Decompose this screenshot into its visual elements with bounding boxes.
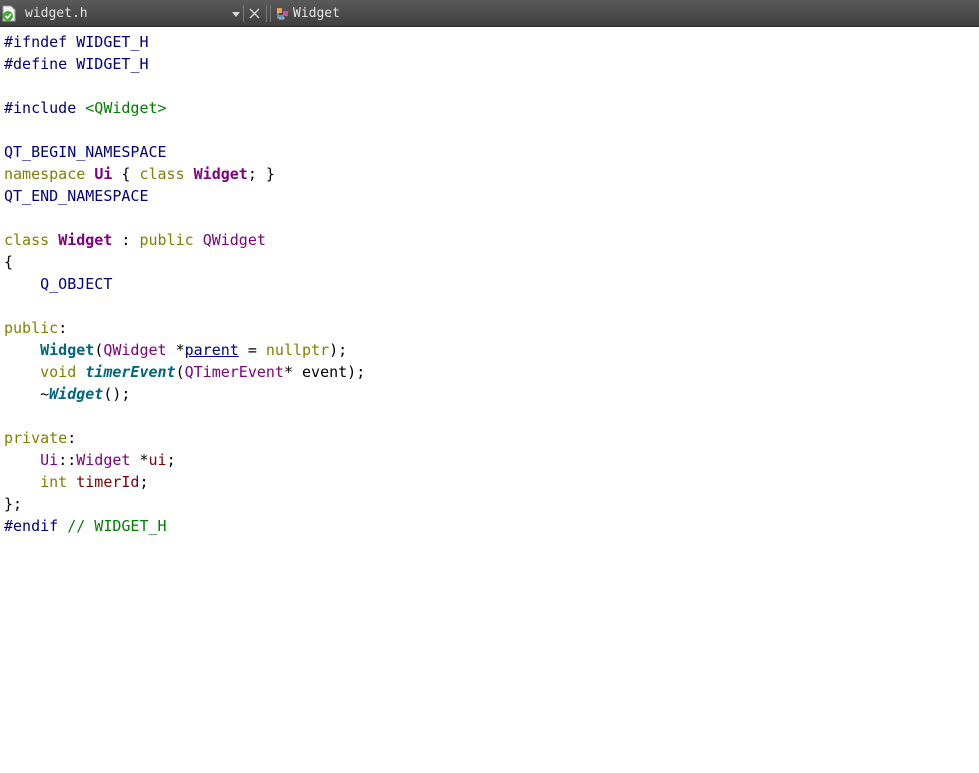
code-token: QWidget	[103, 341, 167, 359]
code-token: Widget	[49, 385, 104, 403]
code-token: QTimerEvent	[184, 363, 284, 381]
code-token: void	[40, 363, 77, 381]
code-line[interactable]: Ui::Widget *ui;	[4, 449, 176, 471]
code-line[interactable]: };	[4, 493, 22, 515]
code-token: *	[166, 341, 185, 359]
code-token: (	[175, 363, 185, 381]
code-token: class	[139, 165, 185, 183]
code-token: * event);	[283, 363, 366, 381]
code-token: QT_BEGIN_NAMESPACE	[4, 143, 167, 161]
code-editor[interactable]: #ifndef WIDGET_H #define WIDGET_H #include…	[0, 27, 979, 773]
code-line[interactable]: QT_BEGIN_NAMESPACE	[4, 141, 167, 163]
code-token: #define WIDGET_H	[4, 55, 149, 73]
current-file-name: widget.h	[25, 6, 88, 21]
code-token: :	[112, 231, 140, 249]
code-token: (	[94, 341, 104, 359]
code-line[interactable]: #include <QWidget>	[4, 97, 167, 119]
code-token: Widget	[58, 231, 113, 249]
code-token: );	[329, 341, 348, 359]
code-token: <QWidget>	[85, 99, 167, 117]
code-token: int	[40, 473, 68, 491]
code-token: =	[238, 341, 266, 359]
code-token: Widget	[193, 165, 248, 183]
editor-toolbar: widget.h Widget	[0, 0, 979, 27]
code-token: #endif	[4, 517, 59, 535]
code-line[interactable]: class Widget : public QWidget	[4, 229, 266, 251]
code-token: ();	[103, 385, 131, 403]
code-token: ;	[166, 451, 176, 469]
code-token: Widget	[76, 451, 131, 469]
code-token: Ui	[40, 451, 59, 469]
code-line[interactable]: #define WIDGET_H	[4, 53, 149, 75]
code-line[interactable]: namespace Ui { class Widget; }	[4, 163, 275, 185]
code-token: :	[58, 319, 68, 337]
code-token: Q_OBJECT	[40, 275, 113, 293]
code-line[interactable]: private:	[4, 427, 76, 449]
code-token: Ui	[94, 165, 113, 183]
code-line[interactable]: Widget(QWidget *parent = nullptr);	[4, 339, 347, 361]
code-line[interactable]: #ifndef WIDGET_H	[4, 31, 149, 53]
chevron-down-icon[interactable]	[232, 12, 240, 17]
code-token: {	[112, 165, 140, 183]
code-token: // WIDGET_H	[58, 517, 167, 535]
code-token: *	[130, 451, 149, 469]
toolbar-separator	[243, 5, 244, 22]
code-line[interactable]: int timerId;	[4, 471, 149, 493]
code-token: #include	[4, 99, 86, 117]
current-symbol-name[interactable]: Widget	[293, 6, 340, 21]
code-token: parent	[184, 341, 239, 359]
code-token: class	[4, 231, 50, 249]
code-token: #ifndef WIDGET_H	[4, 33, 149, 51]
header-file-icon	[2, 5, 16, 22]
code-token: ui	[148, 451, 167, 469]
code-line[interactable]: public:	[4, 317, 67, 339]
class-symbol-icon	[277, 8, 288, 20]
code-token: timerEvent	[85, 363, 176, 381]
code-token: Widget	[40, 341, 95, 359]
code-token: {	[4, 253, 14, 271]
code-token: :	[67, 429, 77, 447]
code-line[interactable]: void timerEvent(QTimerEvent* event);	[4, 361, 365, 383]
toolbar-separator	[266, 5, 267, 22]
open-documents-combo[interactable]: widget.h	[20, 3, 242, 24]
close-document-icon[interactable]	[246, 5, 263, 22]
code-token: ; }	[247, 165, 275, 183]
code-token: ::	[58, 451, 77, 469]
code-token: ;	[139, 473, 149, 491]
code-token: public	[139, 231, 194, 249]
code-line[interactable]: {	[4, 251, 13, 273]
code-line[interactable]: #endif // WIDGET_H	[4, 515, 167, 537]
code-token: QWidget	[202, 231, 266, 249]
code-token: nullptr	[265, 341, 330, 359]
code-token: public	[4, 319, 59, 337]
code-token: QT_END_NAMESPACE	[4, 187, 149, 205]
code-token: ~	[4, 385, 50, 403]
code-line[interactable]: Q_OBJECT	[4, 273, 112, 295]
code-line[interactable]: QT_END_NAMESPACE	[4, 185, 149, 207]
code-token: };	[4, 495, 23, 513]
toolbar-separator	[270, 5, 271, 22]
code-line[interactable]: ~Widget();	[4, 383, 130, 405]
code-token: timerId	[76, 473, 140, 491]
code-token: private	[4, 429, 68, 447]
code-token: namespace	[4, 165, 86, 183]
